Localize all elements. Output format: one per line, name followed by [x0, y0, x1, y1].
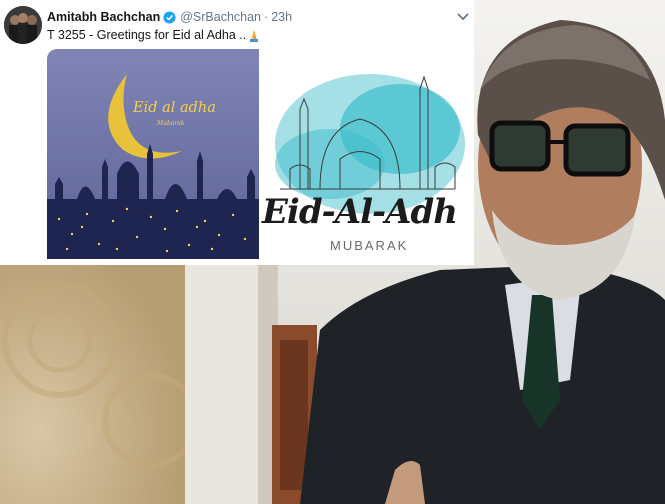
user-handle[interactable]: @SrBachchan	[180, 10, 261, 24]
verified-badge-icon	[163, 10, 176, 24]
tweet-card: Amitabh Bachchan @SrBachchan · 23h T 325…	[0, 0, 474, 265]
eid-right-subtitle: MUBARAK	[330, 238, 409, 253]
tweet-text: T 3255 - Greetings for Eid al Adha ..	[47, 28, 261, 42]
timestamp[interactable]: 23h	[271, 10, 292, 24]
chevron-down-icon[interactable]	[456, 11, 470, 23]
eid-left-title: Eid al adha	[133, 100, 216, 116]
eid-image-left[interactable]	[47, 49, 259, 259]
avatar[interactable]	[4, 6, 42, 44]
separator: ·	[264, 10, 269, 24]
tweet-text-body: T 3255 - Greetings for Eid al Adha ..	[47, 28, 247, 42]
display-name[interactable]: Amitabh Bachchan	[47, 10, 160, 24]
tweet-header: Amitabh Bachchan @SrBachchan · 23h	[47, 9, 292, 25]
folded-hands-icon	[250, 30, 259, 42]
eid-right-title: Eid-Al-Adh	[262, 192, 458, 232]
eid-left-subtitle: Mubarak	[157, 120, 185, 127]
